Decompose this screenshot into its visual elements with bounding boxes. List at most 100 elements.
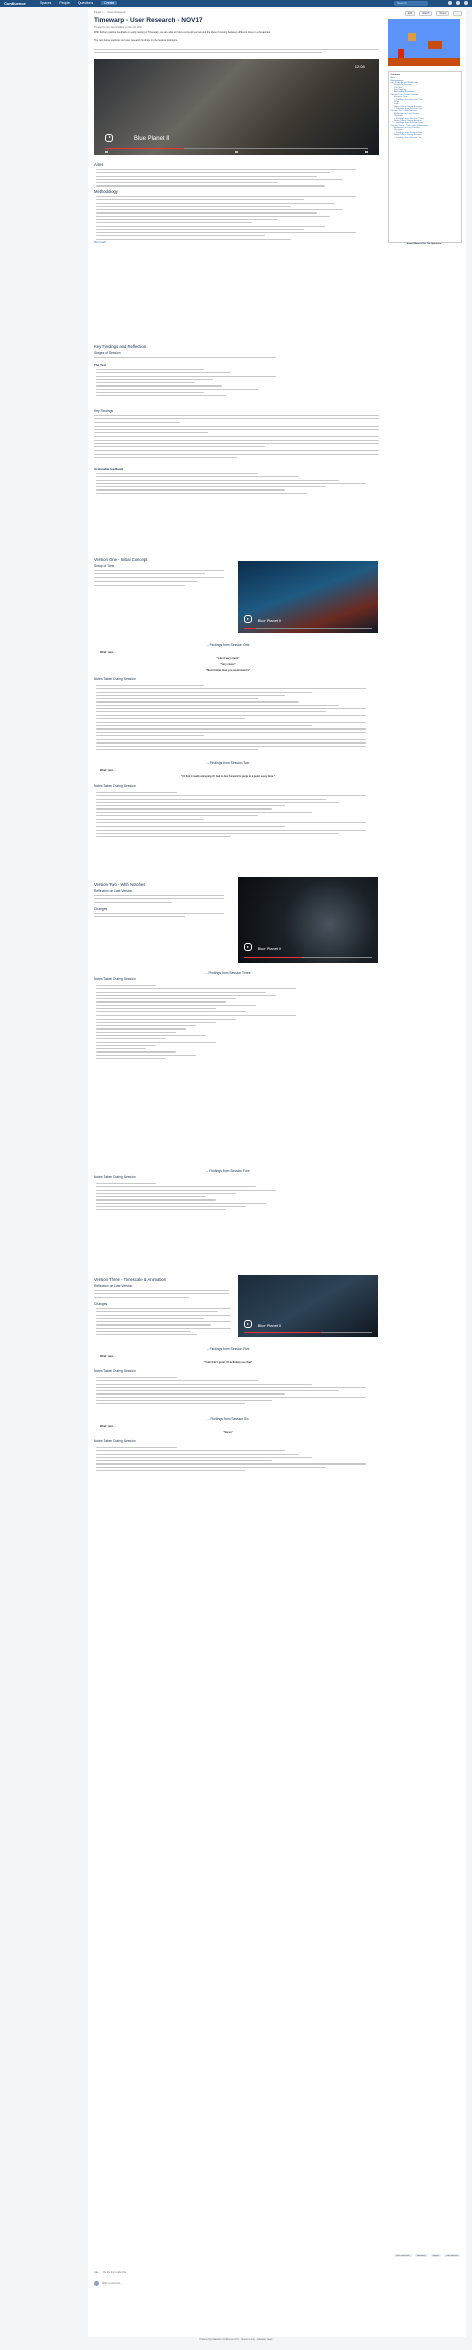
section-version-one: Version One - Initial Concept (94, 557, 148, 562)
notes-lines-5 (96, 1377, 366, 1407)
comment-input[interactable]: Write a comment... (102, 2282, 122, 2285)
reflection-heading-2: Reflection on Last Version (94, 1284, 133, 1288)
rewind-icon[interactable] (105, 150, 109, 153)
label-tag[interactable]: user-research (394, 2254, 412, 2257)
quote-1: "Like it very much" (216, 657, 240, 660)
video-controls (105, 150, 368, 154)
like-button[interactable]: Like (94, 2271, 98, 2274)
intro-text-2: The test below explores our user researc… (94, 39, 178, 42)
said-text: said... (107, 1425, 115, 1428)
volume-icon[interactable] (235, 150, 238, 153)
label-tag[interactable]: timewarp (414, 2254, 428, 2257)
said-text: said... (107, 651, 115, 654)
findings-session-five: -- Findings from Session Five (206, 1347, 250, 1351)
avatar[interactable] (464, 1, 468, 5)
comment-avatar (94, 2281, 99, 2286)
stages-heading: Stages of Session (94, 351, 121, 355)
what-label-6: What: said... (100, 1425, 115, 1428)
search-input[interactable]: Search (394, 1, 428, 6)
menu-questions[interactable]: Questions (78, 1, 93, 5)
reflection-lines-1 (94, 895, 224, 905)
menu-spaces[interactable]: Spaces (40, 1, 51, 5)
page-content: Pages / … / User Research Edit Watch Sha… (88, 9, 466, 2337)
what-label-5: What: said... (100, 1355, 115, 1358)
video-progress-bar[interactable] (243, 627, 373, 629)
play-icon[interactable] (105, 133, 114, 142)
page-title: Timewarp - User Research - NOV17 (94, 17, 203, 24)
setup-heading: Setup of Time (94, 564, 115, 568)
video-progress-bar[interactable] (105, 148, 368, 150)
findings-session-one: -- Findings from Session One (206, 643, 250, 647)
findings-session-six: -- Findings from Session Six (207, 1417, 249, 1421)
play-icon[interactable] (243, 1320, 252, 1329)
page-actions: Edit Watch Share … (404, 11, 462, 16)
notifications-icon[interactable] (456, 1, 460, 5)
methodology-lines (96, 196, 356, 242)
changes-heading-1: Changes (94, 907, 108, 911)
video-player-1[interactable]: 12:08 Blue Planet II (94, 59, 379, 155)
stages-lines (94, 357, 354, 360)
changes-heading-2: Changes (94, 1302, 108, 1306)
edit-button[interactable]: Edit (404, 11, 416, 16)
app-logo[interactable]: Confluence (4, 1, 26, 6)
label-tag[interactable]: iplayer (430, 2254, 442, 2257)
notes-lines-6 (96, 1447, 366, 1473)
page-footer: Powered by Atlassian Confluence 6.5.1 · … (199, 2339, 273, 2341)
watch-button[interactable]: Watch (419, 11, 433, 16)
changes-lines-1 (94, 913, 224, 920)
top-menu: Spaces People Questions Create (40, 1, 118, 5)
video-title: Blue Planet II (257, 1323, 282, 1329)
quote-2: "Very clever" (220, 663, 236, 666)
top-icons (448, 1, 468, 5)
notes-heading-3: Notes Taken During Session (94, 977, 136, 981)
menu-people[interactable]: People (59, 1, 70, 5)
label-tag[interactable]: concept-test (444, 2254, 460, 2257)
like-status: Be the first to like this (103, 2271, 127, 2274)
video-title: Blue Planet II (257, 617, 282, 623)
section-version-two: Version Two - With Notches (94, 882, 146, 887)
what-label-2: What: said... (100, 769, 115, 772)
play-icon[interactable] (243, 614, 252, 623)
actionable-heading: Actionable feedback (94, 467, 124, 471)
page-byline: Created by NV, last modified on Nov 24, … (94, 26, 143, 29)
play-icon[interactable] (243, 942, 252, 951)
notes-lines-2 (96, 792, 366, 840)
notes-heading-6: Notes Taken During Session (94, 1439, 136, 1443)
key-findings-heading: Key Findings (94, 409, 114, 413)
actionable-lines (96, 473, 366, 496)
what-label: What: said... (100, 651, 115, 654)
breadcrumb[interactable]: Pages / … / User Research (94, 11, 126, 14)
video-progress-bar[interactable] (243, 1332, 373, 1334)
video-player-3[interactable]: Blue Planet II (238, 877, 378, 963)
video-clock: 12:08 (354, 63, 365, 69)
more-button[interactable]: … (453, 11, 462, 16)
section-key-findings: Key Findings and Reflection (94, 344, 147, 349)
side-caption: Sound Material for The Spectrum (406, 243, 442, 245)
what-text: What: (100, 769, 107, 772)
section-version-three: Version Three - Timescale & Animation (94, 1277, 167, 1282)
video-player-2[interactable]: Blue Planet II (238, 561, 378, 633)
said-text: said... (107, 1355, 115, 1358)
intro-placeholder-lines (94, 49, 379, 56)
miro-board-link[interactable]: Miro board (94, 241, 106, 244)
page-labels: user-research timewarp iplayer concept-t… (394, 2254, 460, 2257)
key-findings-lines (94, 415, 379, 460)
video-progress-bar[interactable] (243, 956, 373, 958)
notes-heading-2: Notes Taken During Session (94, 784, 136, 788)
reflection-heading-1: Reflection on Last Version (94, 889, 133, 893)
what-text: What: (100, 651, 107, 654)
miro-link-text[interactable]: Miro board (94, 241, 106, 244)
create-button[interactable]: Create (101, 1, 118, 5)
video-player-4[interactable]: Blue Planet II (238, 1275, 378, 1337)
findings-session-three: -- Findings from Session Three (205, 971, 251, 975)
notes-heading-1: Notes Taken During Session (94, 677, 136, 681)
aims-lines (96, 169, 356, 189)
findings-session-four: -- Findings from Session Four (206, 1169, 250, 1173)
toc-item[interactable]: -- Findings from Session Six (389, 136, 461, 139)
section-aims: Aims (94, 162, 104, 167)
help-icon[interactable] (448, 1, 452, 5)
reflection-lines-2 (94, 1290, 229, 1300)
notes-lines-1 (96, 685, 366, 752)
share-button[interactable]: Share (436, 11, 450, 16)
fullscreen-icon[interactable] (364, 150, 368, 153)
